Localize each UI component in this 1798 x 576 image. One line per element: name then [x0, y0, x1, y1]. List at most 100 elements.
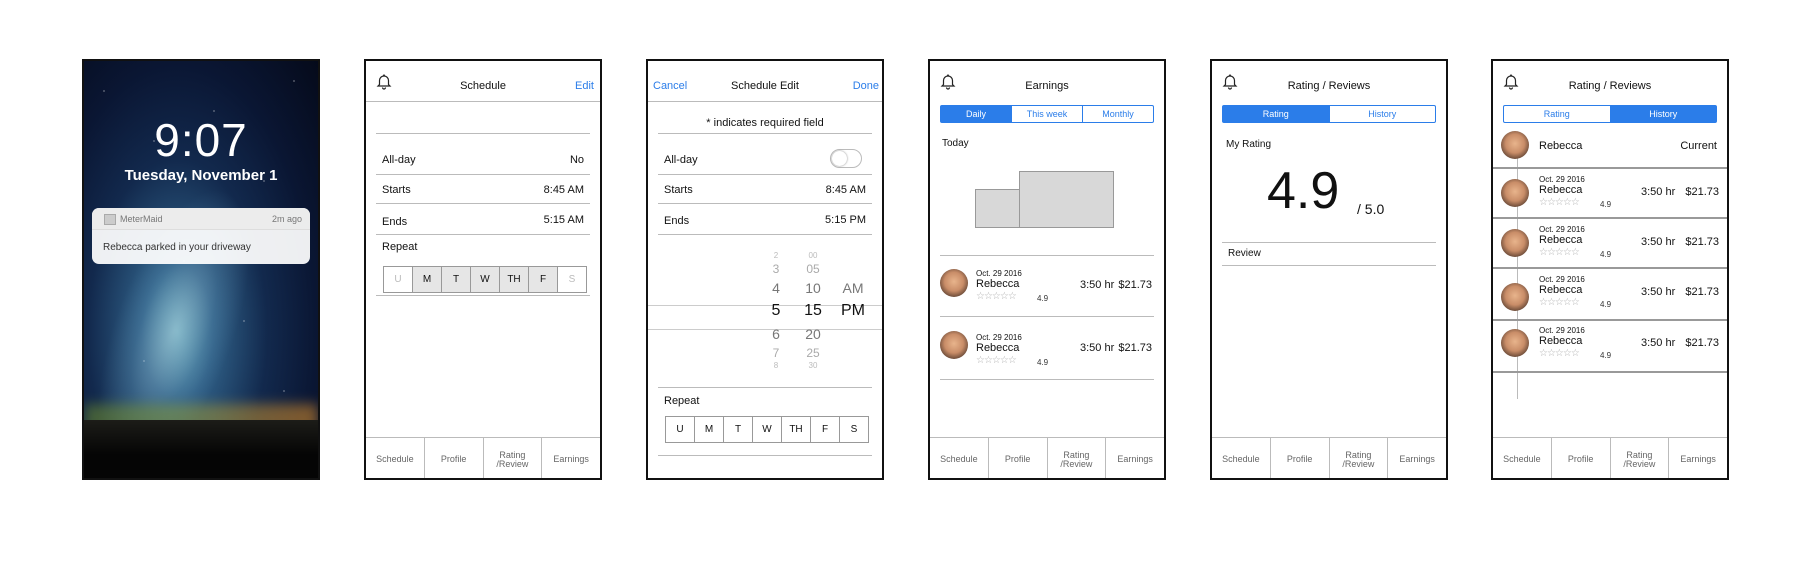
header: Rating / Reviews	[1493, 61, 1727, 101]
page-title: Earnings	[1025, 80, 1069, 92]
tab-rating-review[interactable]: Rating /Review	[1048, 438, 1107, 478]
tab-schedule[interactable]: Schedule	[366, 438, 425, 478]
tab-profile[interactable]: Profile	[989, 438, 1048, 478]
star-rating-icons: ☆☆☆☆☆	[1539, 197, 1727, 217]
notification-app-name: MeterMaid	[120, 214, 163, 224]
minute-wheel[interactable]: 00 05 10 15 20 25 30	[798, 251, 828, 371]
star-rating-icons: ☆☆☆☆☆	[1539, 297, 1727, 319]
tab-rating-review[interactable]: Rating /Review	[484, 438, 543, 478]
page-title: Schedule Edit	[731, 80, 799, 92]
done-button[interactable]: Done	[853, 80, 879, 92]
history-entry[interactable]: Oct. 29 2016 Rebecca ☆☆☆☆☆ 4.9 3:50 hr $…	[1493, 321, 1727, 373]
starts-row[interactable]: Starts 8:45 AM	[658, 175, 872, 204]
day-u[interactable]: U	[666, 417, 695, 442]
period-label: Today	[942, 138, 969, 149]
allday-row[interactable]: All-day No	[376, 145, 590, 175]
required-note: * indicates required field	[706, 117, 824, 129]
review-row[interactable]: Review	[1222, 242, 1436, 266]
day-w[interactable]: W	[753, 417, 782, 442]
tab-bar: Schedule Profile Rating /Review Earnings	[1493, 437, 1727, 478]
tab-earnings[interactable]: Earnings	[1669, 438, 1727, 478]
earning-entry[interactable]: Oct. 29 2016 Rebecca ☆☆☆☆☆ 4.9 3:50 hr $…	[940, 317, 1154, 380]
tab-earnings[interactable]: Earnings	[1106, 438, 1164, 478]
allday-toggle[interactable]	[830, 149, 862, 168]
rating-segmented-control: Rating History	[1503, 105, 1717, 123]
earning-entry[interactable]: Oct. 29 2016 Rebecca ☆☆☆☆☆ 4.9 3:50 hr $…	[940, 256, 1154, 317]
tab-bar: Schedule Profile Rating /Review Earnings	[930, 437, 1164, 478]
tab-profile[interactable]: Profile	[1271, 438, 1330, 478]
lock-screen: 9:07 Tuesday, November 1 MeterMaid 2m ag…	[82, 59, 320, 480]
rating-segmented-control: Rating History	[1222, 105, 1436, 123]
segment-rating[interactable]: Rating	[1504, 106, 1611, 122]
page-title: Rating / Reviews	[1568, 80, 1652, 92]
tab-schedule[interactable]: Schedule	[1212, 438, 1271, 478]
current-entry[interactable]: Rebecca Current	[1493, 125, 1727, 169]
day-m[interactable]: M	[695, 417, 724, 442]
day-s[interactable]: S	[840, 417, 868, 442]
day-u[interactable]: U	[384, 267, 413, 292]
period-segmented-control: Daily This week Monthly	[940, 105, 1154, 123]
day-f[interactable]: F	[811, 417, 840, 442]
ends-row[interactable]: Ends 5:15 PM	[658, 204, 872, 235]
star-rating-icons: ☆☆☆☆☆	[1539, 348, 1727, 371]
history-entry[interactable]: Oct. 29 2016 Rebecca ☆☆☆☆☆ 4.9 3:50 hr $…	[1493, 219, 1727, 269]
app-icon	[104, 214, 116, 225]
avatar	[1501, 131, 1529, 159]
tab-bar: Schedule Profile Rating /Review Earnings	[1212, 437, 1446, 478]
history-entry[interactable]: Oct. 29 2016 Rebecca ☆☆☆☆☆ 4.9 3:50 hr $…	[1493, 269, 1727, 321]
tab-profile[interactable]: Profile	[425, 438, 484, 478]
tab-rating-review[interactable]: Rating /Review	[1611, 438, 1670, 478]
ampm-wheel[interactable]: AM PM	[838, 251, 868, 323]
avatar	[1501, 179, 1529, 207]
ends-row[interactable]: Ends 5:15 AM	[376, 204, 590, 235]
star-rating-icons: ☆☆☆☆☆	[1539, 247, 1727, 267]
horizon	[84, 420, 318, 478]
day-t[interactable]: T	[442, 267, 471, 292]
day-f[interactable]: F	[529, 267, 558, 292]
segment-history[interactable]: History	[1610, 106, 1716, 122]
tab-profile[interactable]: Profile	[1552, 438, 1611, 478]
tab-schedule[interactable]: Schedule	[1493, 438, 1552, 478]
segment-history[interactable]: History	[1330, 106, 1436, 122]
notification-message: Rebecca parked in your driveway	[103, 242, 251, 253]
allday-row: All-day	[658, 145, 872, 175]
tab-schedule[interactable]: Schedule	[930, 438, 989, 478]
schedule-screen: Schedule Edit All-day No Starts 8:45 AM …	[364, 59, 602, 480]
avatar	[940, 331, 968, 359]
day-th[interactable]: TH	[782, 417, 811, 442]
tab-rating-review[interactable]: Rating /Review	[1330, 438, 1389, 478]
schedule-edit-screen: Cancel Schedule Edit Done * indicates re…	[646, 59, 884, 480]
hour-wheel[interactable]: 2 3 4 5 6 7 8	[766, 251, 786, 371]
star-rating-icons: ☆☆☆☆☆	[976, 291, 1154, 316]
avatar	[940, 269, 968, 297]
segment-rating[interactable]: Rating	[1223, 106, 1330, 122]
segment-monthly[interactable]: Monthly	[1083, 106, 1153, 122]
day-th[interactable]: TH	[500, 267, 529, 292]
avatar	[1501, 329, 1529, 357]
starts-row[interactable]: Starts 8:45 AM	[376, 175, 590, 204]
segment-daily[interactable]: Daily	[941, 106, 1012, 122]
day-w[interactable]: W	[471, 267, 500, 292]
rating-out-of: / 5.0	[1357, 201, 1385, 217]
day-t[interactable]: T	[724, 417, 753, 442]
time-picker[interactable]: 2 3 4 5 6 7 8 00 05 10 15 20 25 30 AM PM	[648, 251, 882, 381]
lock-time: 9:07	[154, 114, 248, 166]
tab-earnings[interactable]: Earnings	[542, 438, 600, 478]
lock-date: Tuesday, November 1	[124, 167, 278, 184]
history-entry[interactable]: Oct. 29 2016 Rebecca ☆☆☆☆☆ 4.9 3:50 hr $…	[1493, 169, 1727, 219]
day-s[interactable]: S	[558, 267, 586, 292]
tab-earnings[interactable]: Earnings	[1388, 438, 1446, 478]
header: Rating / Reviews	[1212, 61, 1446, 101]
edit-button[interactable]: Edit	[575, 80, 594, 92]
day-selector: U M T W TH F S	[383, 266, 587, 293]
day-m[interactable]: M	[413, 267, 442, 292]
notification-card[interactable]: MeterMaid 2m ago Rebecca parked in your …	[92, 208, 310, 264]
avatar	[1501, 283, 1529, 311]
segment-this-week[interactable]: This week	[1012, 106, 1083, 122]
day-selector: U M T W TH F S	[665, 416, 869, 443]
header: Cancel Schedule Edit Done	[648, 61, 882, 102]
history-screen: Rating / Reviews Rating History Rebecca …	[1491, 59, 1729, 480]
avatar	[1501, 229, 1529, 257]
star-rating-icons: ☆☆☆☆☆	[976, 355, 1154, 379]
rating-score: 4.9	[1267, 162, 1340, 220]
